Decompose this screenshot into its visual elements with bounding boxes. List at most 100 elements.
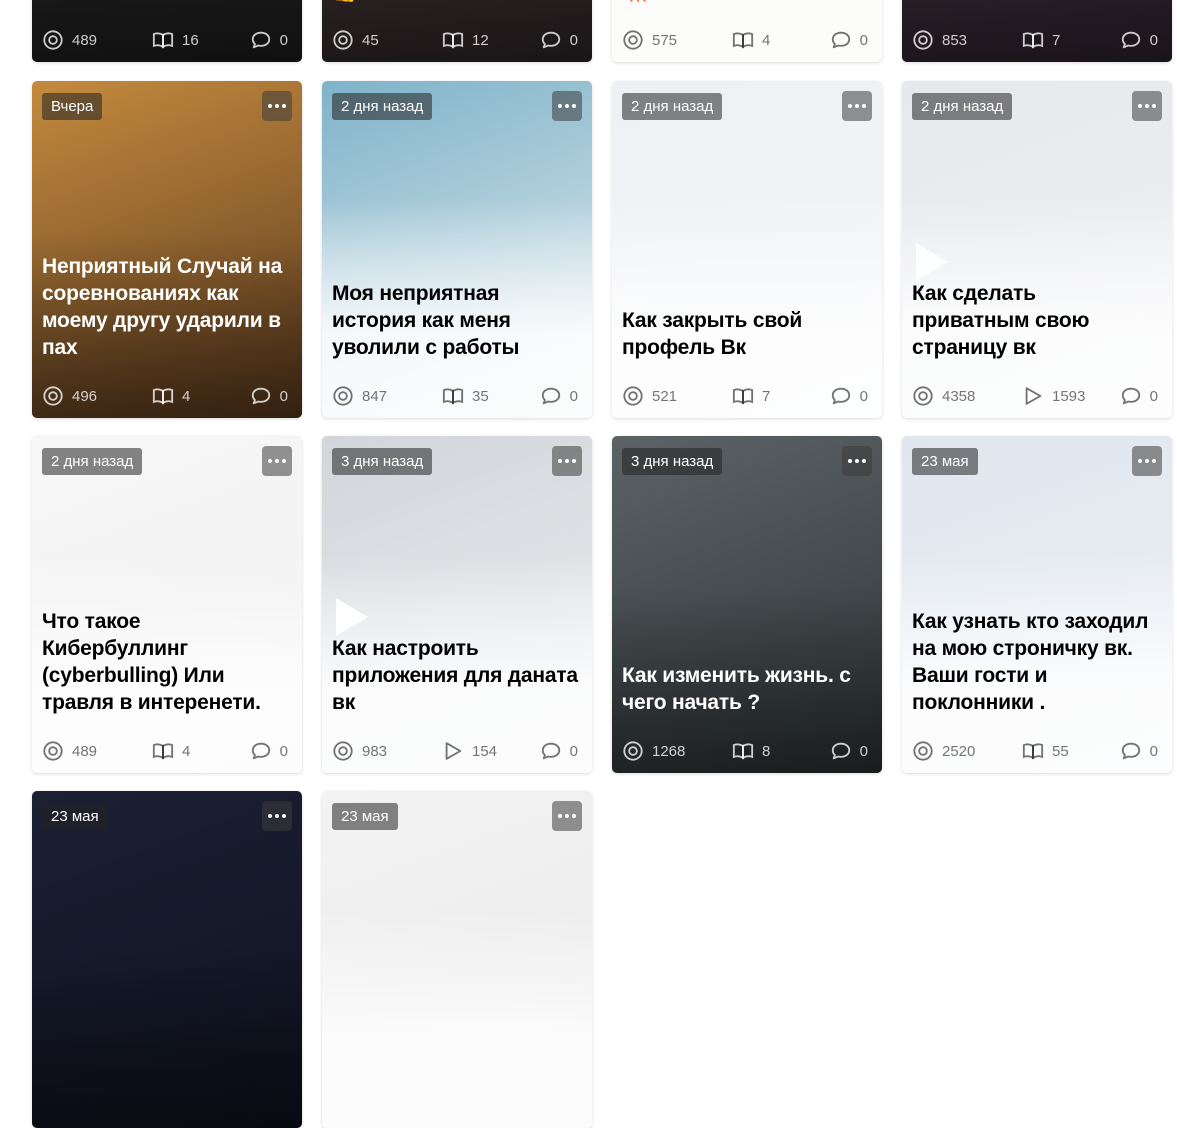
reads-count: 8: [762, 742, 771, 760]
card-stats: 2520 55 0: [912, 739, 1158, 763]
views-stat: 1268: [622, 740, 732, 762]
reads-count: 35: [472, 387, 489, 405]
more-dot-icon: [565, 459, 569, 463]
card-title[interactable]: Как узнать кто заходил на мою строничку …: [912, 608, 1158, 716]
more-options-button[interactable]: [262, 801, 292, 831]
more-options-button[interactable]: [1132, 446, 1162, 476]
comments-stat[interactable]: 0: [1120, 740, 1158, 762]
card-title[interactable]: Как настроить приложения для даната вк: [332, 635, 578, 716]
card-stats: 489 16 0: [42, 28, 288, 52]
card-title[interactable]: Как закрыть свой профель Вк: [622, 307, 868, 361]
card-overlay: [902, 436, 1172, 773]
comments-stat[interactable]: 0: [250, 385, 288, 407]
card-stats: 521 7 0: [622, 384, 868, 408]
views-stat: 847: [332, 385, 442, 407]
more-options-button[interactable]: [552, 91, 582, 121]
date-badge: 2 дня назад: [622, 93, 723, 120]
plays-stat: 154: [442, 740, 540, 762]
views-icon: [333, 386, 353, 406]
card-title[interactable]: 💥: [622, 0, 868, 5]
card-title[interactable]: Моя неприятная история как меня уволили …: [332, 280, 578, 361]
article-card[interactable]: 2 дня назад Что такое Кибербуллинг (cyber…: [32, 436, 302, 773]
date-badge: 2 дня назад: [332, 93, 433, 120]
comments-stat[interactable]: 0: [540, 385, 578, 407]
card-overlay: [612, 436, 882, 773]
views-count: 983: [362, 742, 388, 760]
more-dot-icon: [282, 104, 286, 108]
video-play-icon[interactable]: [916, 243, 948, 281]
comment-icon: [541, 387, 560, 405]
more-dot-icon: [558, 104, 562, 108]
plays-count: 154: [472, 742, 498, 760]
card-title[interactable]: Неприятный Случай на соревнованиях как м…: [42, 253, 288, 361]
more-options-button[interactable]: [842, 91, 872, 121]
more-options-button[interactable]: [552, 801, 582, 831]
card-title[interactable]: Как сделать приватным свою страницу вк: [912, 280, 1158, 361]
comments-stat[interactable]: 0: [250, 740, 288, 762]
book-icon: [1022, 32, 1044, 49]
reads-count: 55: [1052, 742, 1069, 760]
article-card[interactable]: Вчера Неприятный Случай на соревнованиях …: [32, 81, 302, 418]
views-icon: [623, 741, 643, 761]
card-overlay: [32, 436, 302, 773]
date-badge: 23 мая: [332, 803, 398, 830]
date-badge: 3 дня назад: [332, 448, 433, 475]
reads-stat: 7: [732, 385, 830, 407]
comments-stat[interactable]: 0: [1120, 29, 1158, 51]
views-stat: 575: [622, 29, 732, 51]
views-stat: 853: [912, 29, 1022, 51]
comments-stat[interactable]: 0: [1120, 385, 1158, 407]
article-card[interactable]: 💥 575 4 0: [612, 0, 882, 62]
video-play-icon[interactable]: [336, 598, 368, 636]
card-title[interactable]: АУФ Что это значит?: [42, 0, 288, 5]
reads-stat: 4: [152, 385, 250, 407]
comments-stat[interactable]: 0: [830, 385, 868, 407]
card-stats: 496 4 0: [42, 384, 288, 408]
reads-count: 4: [182, 387, 191, 405]
comments-stat[interactable]: 0: [540, 740, 578, 762]
card-title[interactable]: статьи: [912, 0, 1158, 5]
book-icon: [152, 743, 174, 760]
article-card[interactable]: 2 дня назад Как закрыть свой профель Вк 52…: [612, 81, 882, 418]
comments-stat[interactable]: 0: [830, 740, 868, 762]
more-options-button[interactable]: [552, 446, 582, 476]
article-card[interactable]: статьи 853 7 0: [902, 0, 1172, 62]
more-options-button[interactable]: [262, 446, 292, 476]
article-card[interactable]: 23 мая: [322, 791, 592, 1128]
more-options-button[interactable]: [1132, 91, 1162, 121]
card-title[interactable]: 👍: [332, 0, 578, 5]
article-card[interactable]: 3 дня назад Как настроить приложения для …: [322, 436, 592, 773]
comments-stat[interactable]: 0: [830, 29, 868, 51]
comments-count: 0: [1149, 742, 1158, 760]
comment-icon: [541, 31, 560, 49]
reads-stat: 4: [152, 740, 250, 762]
more-options-button[interactable]: [842, 446, 872, 476]
article-card[interactable]: 2 дня назад Моя неприятная история как ме…: [322, 81, 592, 418]
date-badge: 2 дня назад: [42, 448, 143, 475]
comments-stat[interactable]: 0: [250, 29, 288, 51]
article-card[interactable]: 3 дня назад Как изменить жизнь. с чего на…: [612, 436, 882, 773]
plays-count: 1593: [1052, 387, 1086, 405]
card-stats: 1268 8 0: [622, 739, 868, 763]
more-dot-icon: [848, 459, 852, 463]
views-count: 575: [652, 31, 678, 49]
views-stat: 4358: [912, 385, 1022, 407]
views-stat: 521: [622, 385, 732, 407]
book-icon: [732, 743, 754, 760]
article-card[interactable]: 23 мая Как узнать кто заходил на мою стро…: [902, 436, 1172, 773]
reads-stat: 55: [1022, 740, 1120, 762]
more-dot-icon: [282, 459, 286, 463]
article-card[interactable]: 👍 45 12 0: [322, 0, 592, 62]
card-title[interactable]: Как изменить жизнь. с чего начать ?: [622, 662, 868, 716]
card-title[interactable]: Что такое Кибербуллинг (cyberbulling) Ил…: [42, 608, 288, 716]
date-badge: 23 мая: [912, 448, 978, 475]
more-dot-icon: [572, 104, 576, 108]
comments-stat[interactable]: 0: [540, 29, 578, 51]
more-dot-icon: [848, 104, 852, 108]
comment-icon: [1121, 387, 1140, 405]
article-card[interactable]: 23 мая: [32, 791, 302, 1128]
article-card[interactable]: АУФ Что это значит? 489 16 0: [32, 0, 302, 62]
comment-icon: [251, 387, 270, 405]
article-card[interactable]: 2 дня назад Как сделать приватным свою ст…: [902, 81, 1172, 418]
more-options-button[interactable]: [262, 91, 292, 121]
